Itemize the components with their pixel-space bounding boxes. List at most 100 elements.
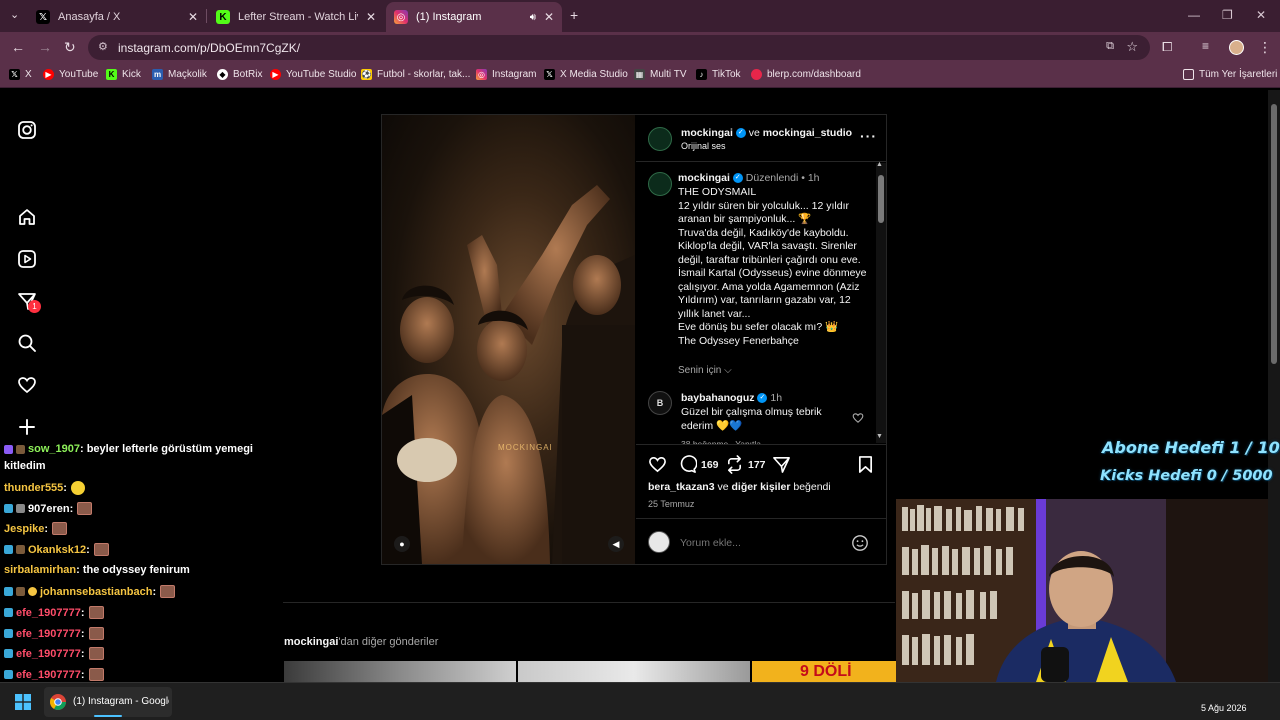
audio-label[interactable]: Orijinal ses xyxy=(681,140,726,154)
bookmark-tiktok[interactable]: ♪ TikTok xyxy=(696,69,741,80)
notification-badge: 1 xyxy=(28,300,41,313)
user-tag-icon[interactable]: ● xyxy=(394,536,410,552)
more-post-thumbnail[interactable] xyxy=(284,661,516,682)
avatar[interactable]: B xyxy=(648,391,672,415)
page-scrollbar[interactable] xyxy=(1268,90,1280,682)
scrollbar-thumb[interactable] xyxy=(1271,104,1277,364)
windows-start-icon[interactable] xyxy=(15,694,31,710)
bookmark-star-icon[interactable]: ☆ xyxy=(1126,39,1138,55)
comment-like-icon[interactable] xyxy=(852,412,864,424)
chat-message: thunder555 : xyxy=(4,481,85,495)
chat-message: 907eren : xyxy=(4,502,93,515)
emote-icon xyxy=(88,627,104,640)
menu-icon[interactable]: ⋮ xyxy=(1258,39,1272,56)
post-card: MOCKINGAI ● ◀ mockingai ✓ ve mockingai_s… xyxy=(381,114,887,565)
more-post-thumbnail[interactable] xyxy=(518,661,750,682)
comment-icon[interactable] xyxy=(678,455,697,474)
subscriber-badge-icon xyxy=(4,444,13,454)
comments-scrollbar[interactable]: ▲ ▼ xyxy=(876,161,886,443)
bookmark-botrix[interactable]: ◆ BotRix xyxy=(217,69,262,80)
subscriber-badge-icon xyxy=(4,545,13,554)
close-icon[interactable]: ✕ xyxy=(188,10,198,24)
back-button[interactable]: ← xyxy=(11,39,25,55)
minimize-button[interactable]: — xyxy=(1188,8,1200,22)
tab-x-home[interactable]: 𝕏 Anasayfa / X ✕ xyxy=(28,4,206,30)
avatar[interactable] xyxy=(648,172,672,196)
bookmark-kick[interactable]: K Kick xyxy=(106,69,141,80)
youtube-icon: ▶ xyxy=(43,69,54,80)
divider xyxy=(283,602,895,603)
tab-title: Anasayfa / X xyxy=(58,11,121,23)
save-icon[interactable] xyxy=(857,455,874,474)
sound-icon[interactable]: ◀ xyxy=(608,536,624,552)
bookmark-instagram[interactable]: ◎ Instagram xyxy=(476,69,536,80)
close-icon[interactable]: ✕ xyxy=(544,10,554,24)
tab-title: (1) Instagram xyxy=(416,11,482,23)
restore-button[interactable]: ❐ xyxy=(1222,8,1233,22)
new-tab-button[interactable]: + xyxy=(570,7,578,23)
tab-search-icon[interactable]: ⌄ xyxy=(10,8,19,21)
tiktok-icon: ♪ xyxy=(696,69,707,80)
for-you-dropdown[interactable]: Senin için ⌵ xyxy=(678,364,732,378)
bookmark-blerp[interactable]: blerp.com/dashboard xyxy=(751,69,861,80)
bookmark-mackolik[interactable]: m Maçkolik xyxy=(152,69,207,80)
all-bookmarks[interactable]: Tüm Yer İşaretleri xyxy=(1183,69,1277,80)
repost-count: 177 xyxy=(748,459,766,471)
share-icon[interactable] xyxy=(772,455,791,474)
close-icon[interactable]: ✕ xyxy=(366,10,376,24)
home-icon[interactable] xyxy=(17,207,37,227)
bookmark-youtube[interactable]: ▶ YouTube xyxy=(43,69,98,80)
bookmark-multi-tv[interactable]: ▦ Multi TV xyxy=(634,69,687,80)
scrollbar-thumb[interactable] xyxy=(878,175,884,223)
bookmark-x-media-studio[interactable]: 𝕏X Media Studio xyxy=(544,69,628,80)
flashscore-icon: ⚽ xyxy=(361,69,372,80)
profile-avatar[interactable] xyxy=(1229,40,1244,55)
address-bar[interactable]: ⚙ instagram.com/p/DbOEmn7CgZK/ ⧉ ☆ xyxy=(88,35,1150,60)
webcam-feed xyxy=(896,499,1268,682)
reload-button[interactable]: ↻ xyxy=(64,39,76,56)
tab-instagram[interactable]: ◎ (1) Instagram 🔊︎ ✕ xyxy=(386,2,562,32)
taskbar-chrome-app[interactable]: (1) Instagram - Google C xyxy=(44,687,172,717)
avatar[interactable] xyxy=(648,531,670,553)
avatar-badge-icon xyxy=(16,504,25,513)
reels-icon[interactable] xyxy=(17,249,37,269)
clock-date[interactable]: 5 Ağu 2026 xyxy=(1201,703,1247,713)
moderator-badge-icon xyxy=(4,608,13,617)
chevron-down-icon: ⌵ xyxy=(724,365,732,376)
create-icon[interactable] xyxy=(17,417,37,437)
bookmark-youtube-studio[interactable]: ▶ YouTube Studio xyxy=(270,69,356,80)
like-icon[interactable] xyxy=(648,455,667,474)
tab-kick-stream[interactable]: K Lefter Stream - Watch Live on K ✕ xyxy=(208,4,384,30)
post-video[interactable]: MOCKINGAI ● ◀ xyxy=(382,115,635,564)
chat-message: efe_1907777 : xyxy=(4,668,104,681)
avatar[interactable] xyxy=(648,127,672,151)
extensions-icon[interactable]: ⧠ xyxy=(1162,39,1172,55)
site-info-icon[interactable]: ⚙ xyxy=(98,40,108,53)
verified-icon: ✓ xyxy=(735,128,746,139)
comment-header: baybahanoguz ✓ 1h xyxy=(681,392,783,404)
more-options-icon[interactable]: ··· xyxy=(860,128,877,144)
media-control-icon[interactable]: ≡ xyxy=(1202,39,1209,53)
more-post-thumbnail[interactable]: 9 DÖLİ xyxy=(752,661,902,682)
install-icon[interactable]: ⧉ xyxy=(1106,40,1114,53)
comment-count: 169 xyxy=(701,459,719,471)
bookmarks-bar: 𝕏X ▶ YouTube K Kick m Maçkolik ◆ BotRix ▶ You… xyxy=(0,62,1280,88)
bookmark-futbol[interactable]: ⚽ Futbol - skorlar, tak... xyxy=(361,69,470,80)
media-watermark: MOCKINGAI xyxy=(498,443,553,452)
instagram-icon: ◎ xyxy=(394,10,408,24)
x-icon: 𝕏 xyxy=(36,10,50,24)
emoji-icon[interactable] xyxy=(851,534,869,552)
comment-input[interactable] xyxy=(680,534,840,552)
tab-title: Lefter Stream - Watch Live on K xyxy=(238,11,358,23)
bookmark-x[interactable]: 𝕏X xyxy=(9,69,32,80)
repost-icon[interactable] xyxy=(725,455,744,474)
instagram-logo-icon[interactable] xyxy=(17,120,37,140)
chrome-icon xyxy=(50,694,66,710)
forward-button[interactable]: → xyxy=(38,39,52,55)
emote-icon xyxy=(93,543,109,556)
heart-icon[interactable] xyxy=(17,375,37,395)
close-window-button[interactable]: ✕ xyxy=(1256,8,1266,22)
post-header: mockingai ✓ ve mockingai_studio xyxy=(681,127,853,139)
search-icon[interactable] xyxy=(17,333,37,353)
speaker-icon[interactable]: 🔊︎ xyxy=(530,12,536,23)
